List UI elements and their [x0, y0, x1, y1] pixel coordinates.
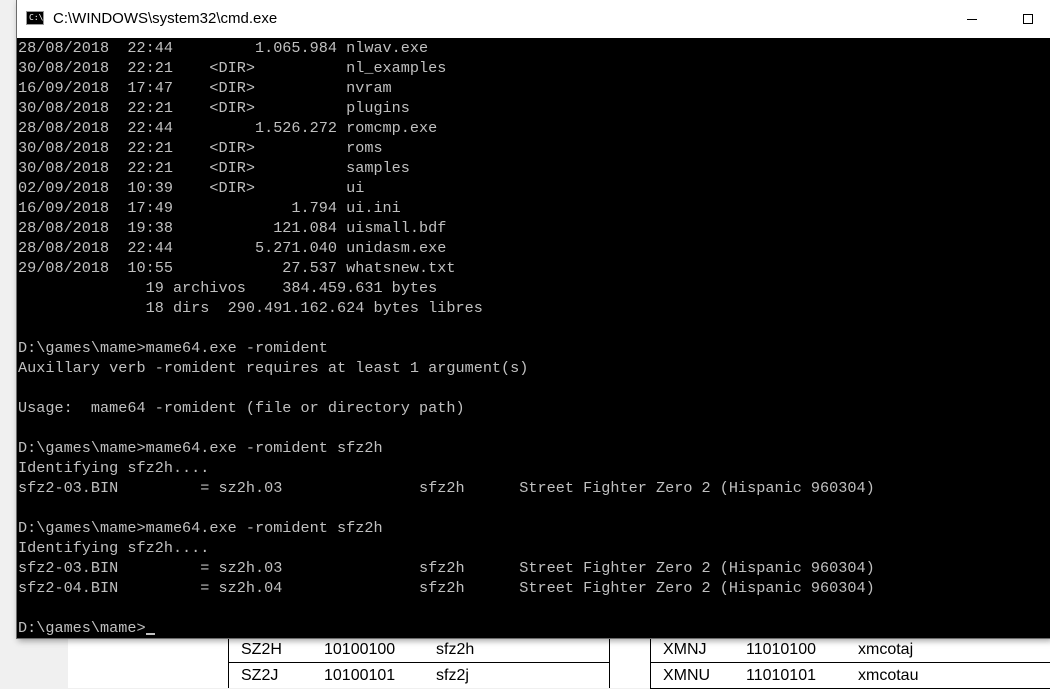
console-line: sfz2-04.BIN = sz2h.04 sfz2h Street Fight…	[18, 578, 875, 598]
console-text: Identifying sfz2h....	[18, 459, 209, 477]
console-line: 28/08/2018 22:44 1.526.272 romcmp.exe	[18, 118, 875, 138]
table-cell: 10100101	[324, 663, 436, 689]
console-line: 16/09/2018 17:47 <DIR> nvram	[18, 78, 875, 98]
console-output[interactable]: 28/08/2018 22:44 1.065.984 nlwav.exe 30/0…	[17, 38, 1050, 638]
console-line: Identifying sfz2h....	[18, 458, 875, 478]
table-row: XMNJ 11010100 xmcotaj	[651, 637, 1050, 663]
console-text: 29/08/2018 10:55 27.537 whatsnew.txt	[18, 259, 455, 277]
console-line: Identifying sfz2h....	[18, 538, 875, 558]
console-line: 30/08/2018 22:21 <DIR> roms	[18, 138, 875, 158]
console-text: 30/08/2018 22:21 <DIR> plugins	[18, 99, 410, 117]
console-line: sfz2-03.BIN = sz2h.03 sfz2h Street Fight…	[18, 558, 875, 578]
console-text: 16/09/2018 17:47 <DIR> nvram	[18, 79, 392, 97]
table-cell: 10100100	[324, 637, 436, 663]
console-text: D:\games\mame>	[18, 619, 146, 637]
table-cell: xmcotau	[858, 663, 1050, 689]
title-bar[interactable]: C:\ C:\WINDOWS\system32\cmd.exe	[17, 0, 1050, 38]
console-line	[18, 498, 875, 518]
console-line: Auxillary verb -romident requires at lea…	[18, 358, 875, 378]
table-row: SZ2J 10100101 sfz2j	[229, 663, 610, 689]
table-cell: 11010100	[746, 637, 858, 663]
console-text: 18 dirs 290.491.162.624 bytes libres	[18, 299, 483, 317]
console-line	[18, 598, 875, 618]
maximize-button[interactable]	[1005, 0, 1050, 38]
table-cell: XMNJ	[651, 637, 747, 663]
console-text: D:\games\mame>mame64.exe -romident sfz2h	[18, 519, 383, 537]
console-text: 16/09/2018 17:49 1.794 ui.ini	[18, 199, 401, 217]
console-lines: 28/08/2018 22:44 1.065.984 nlwav.exe 30/0…	[18, 38, 875, 638]
console-line	[18, 418, 875, 438]
console-text: 02/09/2018 10:39 <DIR> ui	[18, 179, 364, 197]
console-text: 19 archivos 384.459.631 bytes	[18, 279, 437, 297]
console-line: 18 dirs 290.491.162.624 bytes libres	[18, 298, 875, 318]
cmd-icon[interactable]: C:\	[26, 11, 44, 25]
console-line: D:\games\mame>mame64.exe -romident sfz2h	[18, 518, 875, 538]
console-text: sfz2-04.BIN = sz2h.04 sfz2h Street Fight…	[18, 579, 875, 597]
console-line: 28/08/2018 19:38 121.084 uismall.bdf	[18, 218, 875, 238]
console-line: 30/08/2018 22:21 <DIR> nl_examples	[18, 58, 875, 78]
table-cell: 11010101	[746, 663, 858, 689]
rom-table-left: SZ2H 10100100 sfz2h SZ2J 10100101 sfz2j	[228, 637, 610, 688]
table-cell: SZ2H	[229, 637, 325, 663]
console-text: Usage: mame64 -romident (file or directo…	[18, 399, 465, 417]
table-row: SZ2H 10100100 sfz2h	[229, 637, 610, 663]
minimize-icon	[967, 19, 977, 20]
console-text: Identifying sfz2h....	[18, 539, 209, 557]
console-line	[18, 318, 875, 338]
console-line: sfz2-03.BIN = sz2h.03 sfz2h Street Fight…	[18, 478, 875, 498]
table-cell: xmcotaj	[858, 637, 1050, 663]
console-text: D:\games\mame>mame64.exe -romident	[18, 339, 328, 357]
prompt-line: D:\games\mame>	[18, 618, 875, 638]
cmd-window[interactable]: C:\ C:\WINDOWS\system32\cmd.exe 28/08/20…	[16, 0, 1050, 639]
minimize-button[interactable]	[949, 0, 995, 38]
table-cell: sfz2j	[436, 663, 610, 689]
text-cursor	[146, 633, 155, 635]
console-text: 28/08/2018 22:44 1.065.984 nlwav.exe	[18, 39, 428, 57]
console-line	[18, 378, 875, 398]
console-line: D:\games\mame>mame64.exe -romident sfz2h	[18, 438, 875, 458]
console-text: Auxillary verb -romident requires at lea…	[18, 359, 528, 377]
table-cell: sfz2h	[436, 637, 610, 663]
console-line: 30/08/2018 22:21 <DIR> samples	[18, 158, 875, 178]
table-cell: XMNU	[651, 663, 747, 689]
maximize-icon	[1023, 14, 1033, 24]
window-title: C:\WINDOWS\system32\cmd.exe	[53, 10, 277, 27]
console-text: sfz2-03.BIN = sz2h.03 sfz2h Street Fight…	[18, 559, 875, 577]
console-text: D:\games\mame>mame64.exe -romident sfz2h	[18, 439, 383, 457]
table-cell: SZ2J	[229, 663, 325, 689]
rom-table-right: XMNJ 11010100 xmcotaj XMNU 11010101 xmco…	[650, 637, 1050, 689]
console-text: 30/08/2018 22:21 <DIR> roms	[18, 139, 383, 157]
console-text: 28/08/2018 19:38 121.084 uismall.bdf	[18, 219, 446, 237]
table-row: XMNU 11010101 xmcotau	[651, 663, 1050, 689]
console-text: 30/08/2018 22:21 <DIR> samples	[18, 159, 410, 177]
console-line: 28/08/2018 22:44 1.065.984 nlwav.exe	[18, 38, 875, 58]
console-text: sfz2-03.BIN = sz2h.03 sfz2h Street Fight…	[18, 479, 875, 497]
console-text: 28/08/2018 22:44 1.526.272 romcmp.exe	[18, 119, 437, 137]
console-line: 29/08/2018 10:55 27.537 whatsnew.txt	[18, 258, 875, 278]
console-line: Usage: mame64 -romident (file or directo…	[18, 398, 875, 418]
console-line: 30/08/2018 22:21 <DIR> plugins	[18, 98, 875, 118]
console-text: 28/08/2018 22:44 5.271.040 unidasm.exe	[18, 239, 446, 257]
console-line: 28/08/2018 22:44 5.271.040 unidasm.exe	[18, 238, 875, 258]
console-line: 19 archivos 384.459.631 bytes	[18, 278, 875, 298]
console-line: D:\games\mame>mame64.exe -romident	[18, 338, 875, 358]
console-line: 02/09/2018 10:39 <DIR> ui	[18, 178, 875, 198]
console-text: 30/08/2018 22:21 <DIR> nl_examples	[18, 59, 446, 77]
console-line: 16/09/2018 17:49 1.794 ui.ini	[18, 198, 875, 218]
